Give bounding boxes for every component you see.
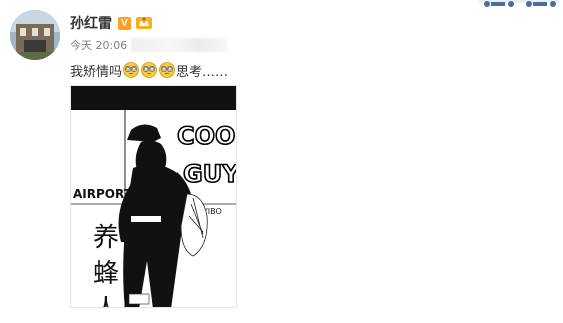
author-name[interactable]: 孙红雷 xyxy=(70,13,112,33)
member-badge-icon[interactable] xyxy=(135,16,153,30)
motorbike-decoration-icon xyxy=(479,0,559,7)
dizzy-eyes-emoji-icon xyxy=(123,62,139,78)
image-char-2: 蜂 xyxy=(93,259,119,289)
post-timestamp[interactable]: 今天 20:06 xyxy=(70,37,127,53)
post-meta: 今天 20:06 xyxy=(70,37,228,53)
weibo-post-card: 孙红雷 V 今天 20:06 我矫情吗 思考…… COO GUY AIRPORT… xyxy=(0,0,563,323)
image-char-1: 养 xyxy=(93,223,119,253)
image-headline-cool: COOL xyxy=(177,122,237,150)
post-text-before: 我矫情吗 xyxy=(70,64,123,80)
dizzy-eyes-emoji-icon xyxy=(159,62,175,78)
post-text: 我矫情吗 思考…… xyxy=(70,60,228,80)
author-row: 孙红雷 V xyxy=(70,14,153,32)
dizzy-eyes-emoji-icon xyxy=(141,62,157,78)
verified-v-badge[interactable]: V xyxy=(118,16,131,30)
author-avatar[interactable] xyxy=(10,10,60,60)
avatar-photo-icon xyxy=(10,10,60,60)
post-image[interactable]: COOL GUY AIRPORT WYIBO 养 蜂 人 xyxy=(70,85,237,308)
blurred-source xyxy=(131,38,228,52)
post-text-after: 思考…… xyxy=(176,64,229,80)
image-char-3: 人 xyxy=(93,295,119,308)
image-headline-guy: GUY xyxy=(183,160,237,188)
fan-art-illustration: COOL GUY AIRPORT WYIBO 养 蜂 人 xyxy=(71,86,237,308)
